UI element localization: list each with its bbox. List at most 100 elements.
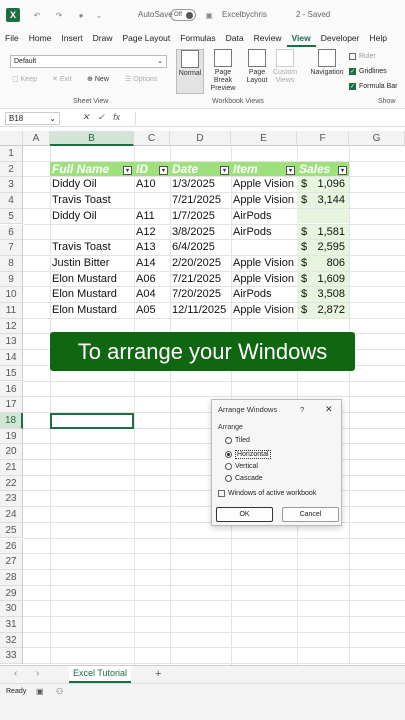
prev-sheet-icon[interactable]: ‹: [14, 668, 17, 679]
tab-view[interactable]: View: [286, 30, 316, 47]
table-cell[interactable]: A13: [134, 240, 170, 256]
row-header-21[interactable]: 21: [0, 460, 23, 476]
table-header-item[interactable]: Item ▾: [231, 161, 297, 177]
table-cell[interactable]: Diddy Oil: [50, 177, 134, 193]
add-sheet-icon[interactable]: +: [155, 668, 161, 680]
sheet-view-select[interactable]: Default ⌄: [10, 55, 167, 68]
table-cell[interactable]: A04: [134, 287, 170, 303]
tab-data[interactable]: Data: [221, 30, 249, 47]
row-header-29[interactable]: 29: [0, 585, 23, 602]
row-header-17[interactable]: 17: [0, 397, 23, 413]
row-header-6[interactable]: 6: [0, 224, 23, 241]
sheet-tab-excel-tutorial[interactable]: Excel Tutorial: [69, 666, 132, 683]
table-cell[interactable]: Elon Mustard: [50, 272, 134, 288]
column-header-f[interactable]: F: [297, 131, 349, 146]
table-cell[interactable]: 7/20/2025: [170, 287, 231, 303]
row-header-11[interactable]: 11: [0, 303, 23, 319]
row-header-8[interactable]: 8: [0, 255, 23, 272]
radio-tiled[interactable]: Tiled: [225, 437, 250, 444]
table-cell[interactable]: A12: [134, 225, 170, 241]
row-header-20[interactable]: 20: [0, 444, 23, 460]
save-icon[interactable]: ▣: [202, 8, 216, 22]
tab-developer[interactable]: Developer: [316, 30, 365, 47]
table-cell[interactable]: A14: [134, 256, 170, 272]
undo-icon[interactable]: ↶: [30, 8, 44, 22]
table-header-date[interactable]: Date ▾: [170, 161, 231, 177]
row-header-19[interactable]: 19: [0, 428, 23, 445]
filter-dropdown-icon[interactable]: ▾: [286, 165, 295, 175]
row-header-31[interactable]: 31: [0, 617, 23, 633]
table-cell[interactable]: Apple Vision: [231, 193, 297, 209]
table-cell[interactable]: Travis Toast: [50, 240, 134, 256]
table-cell[interactable]: Justin Bitter: [50, 256, 134, 272]
row-header-18[interactable]: 18: [0, 412, 23, 429]
name-box[interactable]: B18 ⌄: [5, 112, 60, 125]
table-cell[interactable]: Apple Vision: [231, 256, 297, 272]
row-header-28[interactable]: 28: [0, 569, 23, 586]
row-header-14[interactable]: 14: [0, 350, 23, 366]
tab-page-layout[interactable]: Page Layout: [118, 30, 176, 47]
row-header-16[interactable]: 16: [0, 381, 23, 398]
sales-cell[interactable]: $3,508: [297, 287, 349, 302]
tab-file[interactable]: File: [0, 30, 24, 47]
table-cell[interactable]: Apple Vision: [231, 177, 297, 193]
column-header-a[interactable]: A: [23, 131, 50, 146]
spreadsheet-grid[interactable]: A B C D E F G 1 2 3 4 5 6 7 8 9 10 11 12 13 14 15 16 17 18 19 20 21…: [0, 131, 405, 665]
custom-views-button[interactable]: Custom Views: [271, 49, 299, 85]
cancel-button[interactable]: Cancel: [282, 507, 339, 522]
table-cell[interactable]: 3/8/2025: [170, 225, 231, 241]
accessibility-icon[interactable]: ⚇: [56, 687, 63, 696]
close-icon[interactable]: ✕: [325, 404, 333, 415]
table-cell[interactable]: AirPods: [231, 287, 297, 303]
row-header-22[interactable]: 22: [0, 475, 23, 492]
next-sheet-icon[interactable]: ›: [36, 668, 39, 679]
sales-cell[interactable]: $1,096: [297, 177, 349, 193]
table-cell[interactable]: 12/11/2025: [170, 303, 231, 319]
table-cell[interactable]: Travis Toast: [50, 193, 134, 209]
table-cell[interactable]: Diddy Oil: [50, 209, 134, 225]
table-cell[interactable]: AirPods: [231, 209, 297, 225]
filter-dropdown-icon[interactable]: ▾: [338, 165, 347, 175]
filter-dropdown-icon[interactable]: ▾: [123, 165, 132, 175]
table-cell[interactable]: [50, 225, 134, 241]
table-cell[interactable]: A06: [134, 272, 170, 288]
row-header-24[interactable]: 24: [0, 507, 23, 523]
column-header-g[interactable]: G: [349, 131, 405, 146]
row-header-32[interactable]: 32: [0, 632, 23, 649]
table-cell[interactable]: Apple Vision: [231, 303, 297, 319]
row-header-3[interactable]: 3: [0, 177, 23, 194]
row-header-10[interactable]: 10: [0, 287, 23, 303]
column-header-e[interactable]: E: [231, 131, 297, 146]
keep-button[interactable]: ▢ Keep: [12, 75, 37, 84]
row-header-13[interactable]: 13: [0, 334, 23, 351]
row-header-30[interactable]: 30: [0, 601, 23, 617]
sales-cell[interactable]: $2,595: [297, 240, 349, 255]
row-header-7[interactable]: 7: [0, 240, 23, 256]
gridlines-checkbox[interactable]: ✓ Gridlines: [349, 68, 387, 75]
table-cell[interactable]: 2/20/2025: [170, 256, 231, 272]
table-cell[interactable]: AirPods: [231, 225, 297, 241]
table-header-id[interactable]: ID ▾: [134, 161, 170, 177]
table-cell[interactable]: Apple Vision: [231, 272, 297, 288]
filter-dropdown-icon[interactable]: ▾: [220, 165, 229, 175]
radio-vertical[interactable]: Vertical: [225, 463, 258, 470]
macro-record-icon[interactable]: ▣: [36, 687, 44, 696]
ok-button[interactable]: OK: [216, 507, 273, 522]
table-cell[interactable]: Elon Mustard: [50, 303, 134, 319]
tab-home[interactable]: Home: [24, 30, 57, 47]
table-cell[interactable]: A11: [134, 209, 170, 225]
table-cell[interactable]: Elon Mustard: [50, 287, 134, 303]
row-header-23[interactable]: 23: [0, 491, 23, 508]
tab-formulas[interactable]: Formulas: [175, 30, 220, 47]
tab-review[interactable]: Review: [249, 30, 287, 47]
sales-cell[interactable]: $806: [297, 255, 349, 271]
confirm-icon[interactable]: ✓: [98, 112, 106, 123]
radio-horizontal[interactable]: Horizontal: [225, 450, 271, 459]
cancel-icon[interactable]: ✕: [82, 112, 90, 123]
column-header-d[interactable]: D: [170, 131, 231, 146]
row-header-12[interactable]: 12: [0, 318, 23, 335]
table-cell[interactable]: 1/3/2025: [170, 177, 231, 193]
sales-cell[interactable]: $1,609: [297, 271, 349, 287]
options-button[interactable]: ☰ Options: [125, 75, 157, 84]
table-cell[interactable]: A10: [134, 177, 170, 193]
